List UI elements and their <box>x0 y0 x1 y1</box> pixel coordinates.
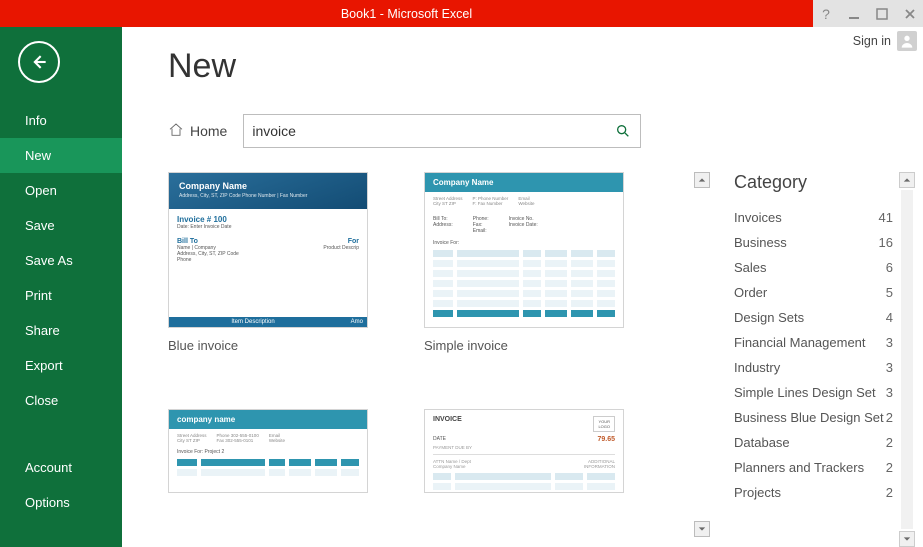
template-thumbnail: Company Name Address, City, ST, ZIP Code… <box>168 172 368 328</box>
search-input[interactable] <box>252 123 614 139</box>
categories-scrollbar[interactable] <box>899 172 917 547</box>
scroll-up-icon[interactable] <box>694 172 710 188</box>
backstage-sidebar: Info New Open Save Save As Print Share E… <box>0 27 122 547</box>
categories-panel: Category Invoices41 Business16 Sales6 Or… <box>732 172 923 547</box>
categories-title: Category <box>732 172 895 193</box>
category-item[interactable]: Invoices41 <box>732 205 895 230</box>
sidebar-item-info[interactable]: Info <box>0 103 122 138</box>
sidebar-item-open[interactable]: Open <box>0 173 122 208</box>
close-button[interactable] <box>903 7 917 21</box>
back-button[interactable] <box>18 41 60 83</box>
template-thumbnail: INVOICE YOURLOGO DATE79.65 PAYMENT DUE B… <box>424 409 624 493</box>
sidebar-item-print[interactable]: Print <box>0 278 122 313</box>
home-link[interactable]: Home <box>168 122 227 141</box>
account-area: Sign in <box>853 27 923 55</box>
template-partial-2[interactable]: INVOICE YOURLOGO DATE79.65 PAYMENT DUE B… <box>424 409 624 493</box>
category-item[interactable]: Database2 <box>732 430 895 455</box>
sidebar-item-save[interactable]: Save <box>0 208 122 243</box>
templates-column: Company Name Address, City, ST, ZIP Code… <box>168 172 674 547</box>
window-titlebar: Book1 - Microsoft Excel ? <box>0 0 923 27</box>
category-item[interactable]: Simple Lines Design Set3 <box>732 380 895 405</box>
category-item[interactable]: Financial Management3 <box>732 330 895 355</box>
template-thumbnail: Company Name Street AddressCity ST ZIPP:… <box>424 172 624 328</box>
restore-button[interactable] <box>875 7 889 21</box>
category-item[interactable]: Sales6 <box>732 255 895 280</box>
category-item[interactable]: Order5 <box>732 280 895 305</box>
sidebar-item-options[interactable]: Options <box>0 485 122 520</box>
caption-buttons: ? <box>813 0 923 27</box>
scroll-down-icon[interactable] <box>694 521 710 537</box>
template-label: Simple invoice <box>424 338 624 353</box>
template-thumbnail: company name Street AddressCity ST ZIPPh… <box>168 409 368 493</box>
sidebar-item-new[interactable]: New <box>0 138 122 173</box>
category-item[interactable]: Business16 <box>732 230 895 255</box>
template-blue-invoice[interactable]: Company Name Address, City, ST, ZIP Code… <box>168 172 368 353</box>
page-title: New <box>168 47 923 86</box>
category-item[interactable]: Business Blue Design Set2 <box>732 405 895 430</box>
home-label: Home <box>190 123 227 139</box>
category-item[interactable]: Projects2 <box>732 480 895 505</box>
avatar-icon[interactable] <box>897 31 917 51</box>
template-partial-1[interactable]: company name Street AddressCity ST ZIPPh… <box>168 409 368 493</box>
template-label: Blue invoice <box>168 338 368 353</box>
window-title: Book1 - Microsoft Excel <box>0 0 813 27</box>
template-simple-invoice[interactable]: Company Name Street AddressCity ST ZIPP:… <box>424 172 624 353</box>
search-icon[interactable] <box>614 122 632 140</box>
search-row: Home <box>168 114 923 148</box>
category-item[interactable]: Design Sets4 <box>732 305 895 330</box>
help-button[interactable]: ? <box>819 7 833 21</box>
sidebar-item-export[interactable]: Export <box>0 348 122 383</box>
sidebar-item-close[interactable]: Close <box>0 383 122 418</box>
scroll-track[interactable] <box>901 190 913 529</box>
sidebar-item-account[interactable]: Account <box>0 450 122 485</box>
sidebar-menu: Info New Open Save Save As Print Share E… <box>0 103 122 520</box>
categories-list: Invoices41 Business16 Sales6 Order5 Desi… <box>732 205 895 505</box>
scroll-up-icon[interactable] <box>899 172 915 188</box>
category-item[interactable]: Industry3 <box>732 355 895 380</box>
templates-scrollbar[interactable] <box>694 172 712 547</box>
backstage-content: Sign in New Home <box>122 27 923 547</box>
minimize-button[interactable] <box>847 7 861 21</box>
signin-link[interactable]: Sign in <box>853 34 891 48</box>
sidebar-item-share[interactable]: Share <box>0 313 122 348</box>
sidebar-item-saveas[interactable]: Save As <box>0 243 122 278</box>
category-item[interactable]: Planners and Trackers2 <box>732 455 895 480</box>
search-box[interactable] <box>243 114 641 148</box>
home-icon <box>168 122 184 141</box>
scroll-down-icon[interactable] <box>899 531 915 547</box>
